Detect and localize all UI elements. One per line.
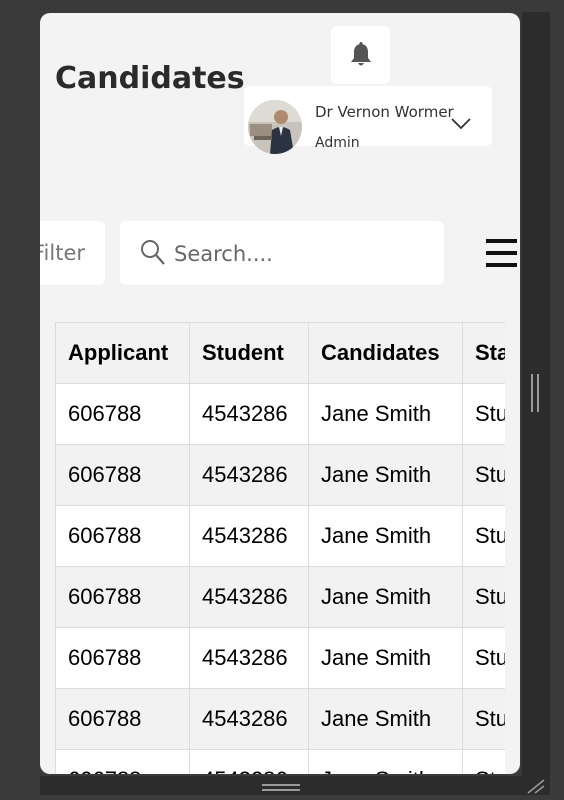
student-cell: 4543286 [189,505,309,567]
candidate-name-cell: Jane Smith [308,627,463,689]
candidate-name-cell: Jane Smith [308,383,463,445]
student-cell: 4543286 [189,749,309,774]
candidates-table: Applicant Student Candidates Status 6067… [55,322,505,774]
student-cell: 4543286 [189,566,309,628]
hamburger-menu-icon[interactable] [484,237,518,271]
notifications-button[interactable] [331,26,390,84]
chevron-down-icon[interactable] [450,116,472,130]
applicant-cell: 606788 [55,749,190,774]
avatar [248,100,302,154]
table-row[interactable]: 606788 4543286 Jane Smith Student [55,749,505,774]
user-name: Dr Vernon Wormer [315,103,454,121]
table-header-row: Applicant Student Candidates Status [55,322,505,384]
candidate-name-cell: Jane Smith [308,688,463,750]
filter-label: Filter [40,241,85,265]
page-title: Candidates [55,61,245,96]
filter-button[interactable]: Filter [40,221,105,285]
candidate-name-cell: Jane Smith [308,749,463,774]
status-cell: Student [462,749,505,774]
table-row[interactable]: 606788 4543286 Jane Smith Student [55,627,505,689]
applicant-cell: 606788 [55,688,190,750]
applicant-cell: 606788 [55,627,190,689]
table-row[interactable]: 606788 4543286 Jane Smith Student [55,383,505,445]
status-cell: Student [462,627,505,689]
column-header-student[interactable]: Student [189,322,309,384]
table-row[interactable]: 606788 4543286 Jane Smith Student [55,566,505,628]
column-header-applicant[interactable]: Applicant [55,322,190,384]
status-cell: Student [462,505,505,567]
column-header-candidates[interactable]: Candidates [308,322,463,384]
applicant-cell: 606788 [55,505,190,567]
candidates-panel: Candidates Dr Vernon Wormer Admin F [40,13,520,774]
status-cell: Student [462,383,505,445]
bottom-drag-handle[interactable] [262,784,300,794]
user-role: Admin [315,135,360,151]
applicant-cell: 606788 [55,444,190,506]
vertical-scroll-handle[interactable] [531,374,541,414]
status-cell: Student [462,566,505,628]
applicant-cell: 606788 [55,566,190,628]
table-row[interactable]: 606788 4543286 Jane Smith Student [55,505,505,567]
applicant-cell: 606788 [55,383,190,445]
table-row[interactable]: 606788 4543286 Jane Smith Student [55,688,505,750]
search-box[interactable] [120,221,444,285]
search-icon [141,240,165,265]
student-cell: 4543286 [189,383,309,445]
bell-icon [351,42,371,66]
user-profile-menu[interactable]: Dr Vernon Wormer Admin [244,86,492,154]
candidate-name-cell: Jane Smith [308,566,463,628]
status-cell: Student [462,444,505,506]
student-cell: 4543286 [189,627,309,689]
student-cell: 4543286 [189,444,309,506]
candidate-name-cell: Jane Smith [308,444,463,506]
student-cell: 4543286 [189,688,309,750]
table-row[interactable]: 606788 4543286 Jane Smith Student [55,444,505,506]
candidate-name-cell: Jane Smith [308,505,463,567]
search-input[interactable] [172,233,436,275]
column-header-status[interactable]: Status [462,322,505,384]
status-cell: Student [462,688,505,750]
resize-grip-icon[interactable] [522,776,550,795]
